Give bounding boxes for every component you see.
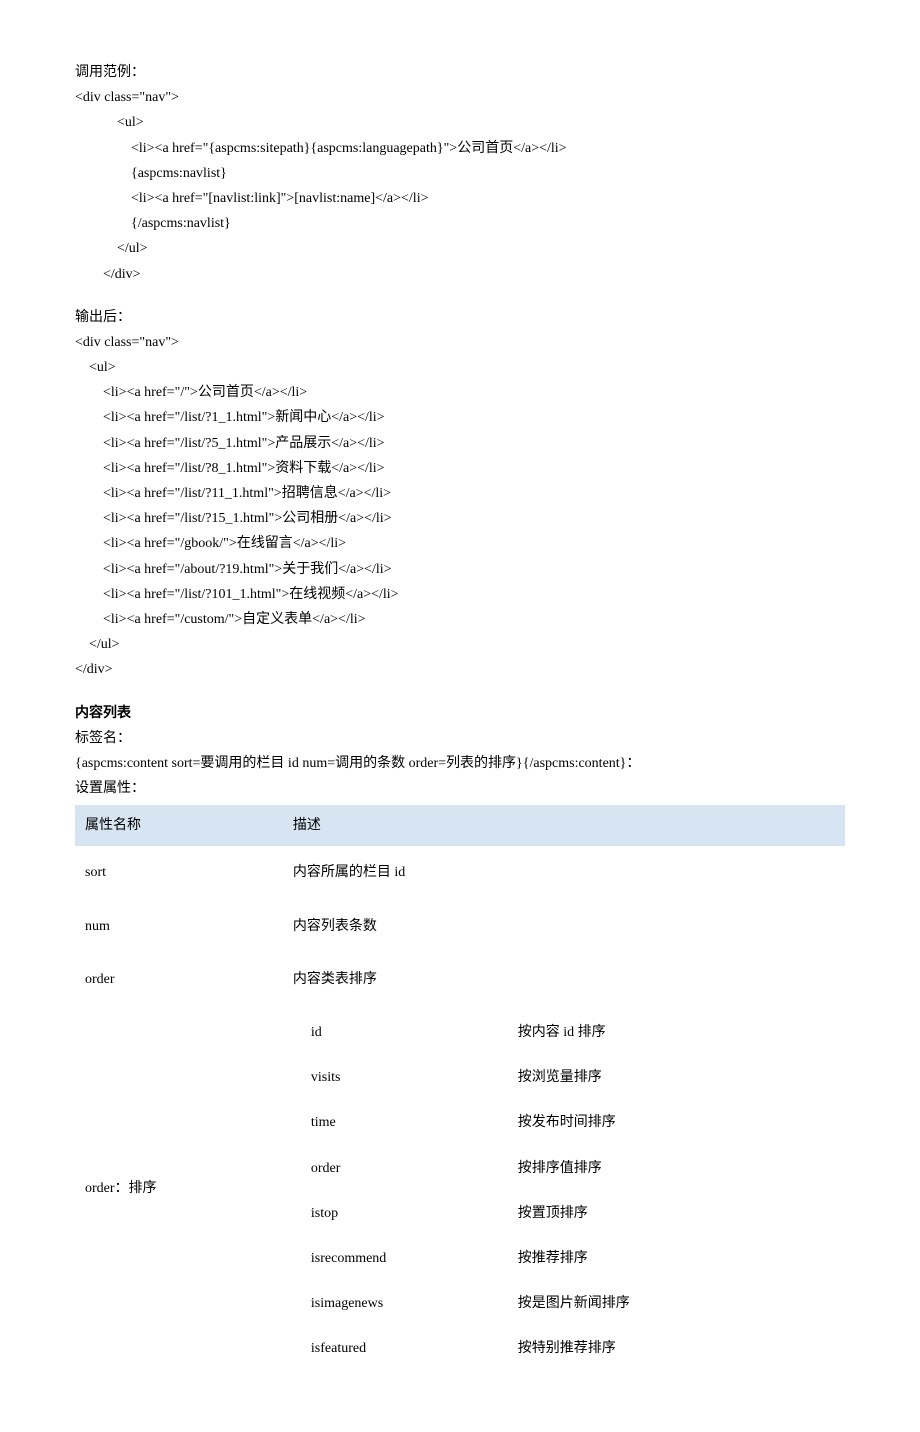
code-line: <li><a href="/gbook/">在线留言</a></li> bbox=[75, 531, 845, 556]
content-list-title: 内容列表 bbox=[75, 701, 845, 726]
code-line: <li><a href="/">公司首页</a></li> bbox=[75, 380, 845, 405]
sub-row: order 按排序值排序 bbox=[283, 1146, 845, 1191]
code-line: </ul> bbox=[75, 632, 845, 657]
sub-row: time 按发布时间排序 bbox=[283, 1100, 845, 1145]
table-row: sort 内容所属的栏目 id bbox=[75, 846, 845, 899]
code-line: <ul> bbox=[75, 110, 845, 135]
code-line: <div class="nav"> bbox=[75, 85, 845, 110]
table-row: num 内容列表条数 bbox=[75, 900, 845, 953]
code-line: <li><a href="/list/?1_1.html">新闻中心</a></… bbox=[75, 405, 845, 430]
option-desc: 按推荐排序 bbox=[508, 1236, 845, 1281]
sub-row: visits 按浏览量排序 bbox=[283, 1055, 845, 1100]
attr-name: order bbox=[75, 953, 283, 1006]
option-key: order bbox=[283, 1146, 508, 1191]
attr-name: num bbox=[75, 900, 283, 953]
sub-row: id 按内容 id 排序 bbox=[283, 1010, 845, 1055]
option-desc: 按内容 id 排序 bbox=[508, 1010, 845, 1055]
output-title: 输出后： bbox=[75, 305, 845, 330]
attr-desc: 内容所属的栏目 id bbox=[283, 846, 845, 899]
code-line: <div class="nav"> bbox=[75, 330, 845, 355]
header-description: 描述 bbox=[283, 805, 845, 846]
attr-desc: 内容类表排序 bbox=[283, 953, 845, 1006]
option-desc: 按发布时间排序 bbox=[508, 1100, 845, 1145]
table-row-order: order：排序 id 按内容 id 排序 visits 按浏览量排序 time bbox=[75, 1006, 845, 1372]
option-key: visits bbox=[283, 1055, 508, 1100]
option-desc: 按排序值排序 bbox=[508, 1146, 845, 1191]
attr-desc: 内容列表条数 bbox=[283, 900, 845, 953]
example-title: 调用范例： bbox=[75, 60, 845, 85]
code-line: <li><a href="/list/?101_1.html">在线视频</a>… bbox=[75, 582, 845, 607]
header-attribute-name: 属性名称 bbox=[75, 805, 283, 846]
example-section: 调用范例： <div class="nav"> <ul> <li><a href… bbox=[75, 60, 845, 287]
code-line: </ul> bbox=[75, 236, 845, 261]
table-row: order 内容类表排序 bbox=[75, 953, 845, 1006]
option-key: time bbox=[283, 1100, 508, 1145]
option-key: istop bbox=[283, 1191, 508, 1236]
code-line: <li><a href="/about/?19.html">关于我们</a></… bbox=[75, 557, 845, 582]
tag-syntax: {aspcms:content sort=要调用的栏目 id num=调用的条数… bbox=[75, 751, 845, 776]
attributes-table: 属性名称 描述 sort 内容所属的栏目 id num 内容列表条数 order… bbox=[75, 805, 845, 1371]
code-line: <li><a href="/list/?15_1.html">公司相册</a><… bbox=[75, 506, 845, 531]
code-line: <ul> bbox=[75, 355, 845, 380]
option-desc: 按特别推荐排序 bbox=[508, 1326, 845, 1371]
settings-label: 设置属性： bbox=[75, 776, 845, 801]
option-desc: 按浏览量排序 bbox=[508, 1055, 845, 1100]
table-header-row: 属性名称 描述 bbox=[75, 805, 845, 846]
code-line: {/aspcms:navlist} bbox=[75, 211, 845, 236]
sub-row: isfeatured 按特别推荐排序 bbox=[283, 1326, 845, 1371]
code-line: {aspcms:navlist} bbox=[75, 161, 845, 186]
option-key: isfeatured bbox=[283, 1326, 508, 1371]
code-line: <li><a href="/list/?5_1.html">产品展示</a></… bbox=[75, 431, 845, 456]
sub-row: istop 按置顶排序 bbox=[283, 1191, 845, 1236]
code-line: <li><a href="[navlist:link]">[navlist:na… bbox=[75, 186, 845, 211]
content-list-section: 内容列表 标签名： {aspcms:content sort=要调用的栏目 id… bbox=[75, 701, 845, 1372]
code-line: </div> bbox=[75, 262, 845, 287]
sub-row: isrecommend 按推荐排序 bbox=[283, 1236, 845, 1281]
code-line: </div> bbox=[75, 657, 845, 682]
attr-name: sort bbox=[75, 846, 283, 899]
option-key: id bbox=[283, 1010, 508, 1055]
order-sub-table: id 按内容 id 排序 visits 按浏览量排序 time 按发布时间排序 bbox=[283, 1010, 845, 1372]
option-desc: 按是图片新闻排序 bbox=[508, 1281, 845, 1326]
code-line: <li><a href="{aspcms:sitepath}{aspcms:la… bbox=[75, 136, 845, 161]
tag-name-label: 标签名： bbox=[75, 726, 845, 751]
output-section: 输出后： <div class="nav"> <ul> <li><a href=… bbox=[75, 305, 845, 683]
code-line: <li><a href="/custom/">自定义表单</a></li> bbox=[75, 607, 845, 632]
option-key: isimagenews bbox=[283, 1281, 508, 1326]
order-label: order：排序 bbox=[75, 1006, 283, 1372]
code-line: <li><a href="/list/?11_1.html">招聘信息</a><… bbox=[75, 481, 845, 506]
option-desc: 按置顶排序 bbox=[508, 1191, 845, 1236]
order-options-cell: id 按内容 id 排序 visits 按浏览量排序 time 按发布时间排序 bbox=[283, 1006, 845, 1372]
code-line: <li><a href="/list/?8_1.html">资料下载</a></… bbox=[75, 456, 845, 481]
sub-row: isimagenews 按是图片新闻排序 bbox=[283, 1281, 845, 1326]
option-key: isrecommend bbox=[283, 1236, 508, 1281]
